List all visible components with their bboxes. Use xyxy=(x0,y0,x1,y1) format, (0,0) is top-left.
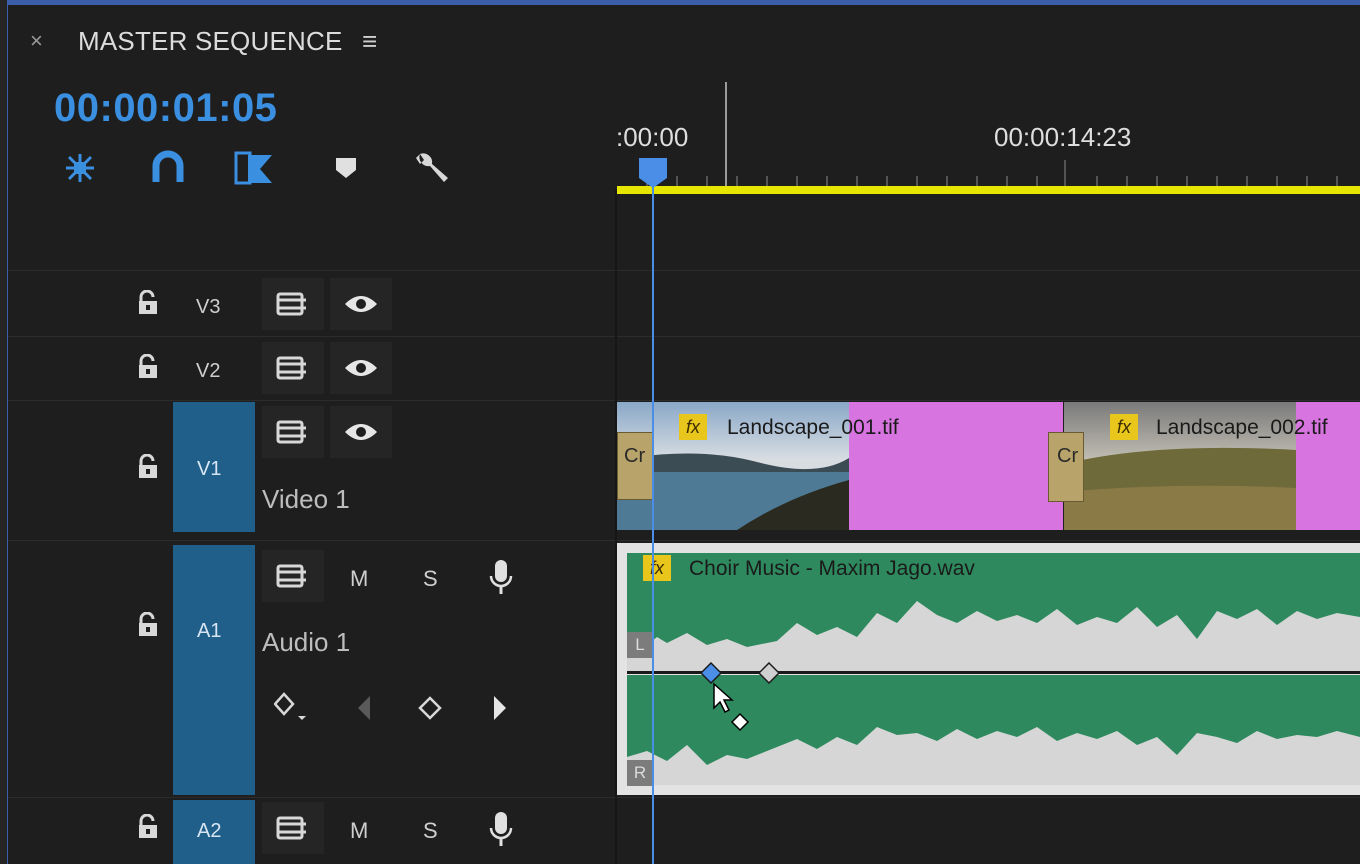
ruler-ticks[interactable] xyxy=(617,158,1360,188)
mute-button[interactable]: M xyxy=(350,566,368,592)
video-clip-landscape-001[interactable]: fx Landscape_001.tif Cr xyxy=(617,402,1063,530)
track-name-audio1: Audio 1 xyxy=(262,627,351,657)
previous-keyframe-icon[interactable] xyxy=(354,694,374,722)
track-label-v2[interactable]: V2 xyxy=(196,360,220,383)
mute-button[interactable]: M xyxy=(350,818,368,844)
panel-left-border xyxy=(0,0,8,864)
lock-track-icon[interactable] xyxy=(136,454,160,480)
pen-tool-cursor xyxy=(713,682,750,732)
track-label-v1[interactable]: V1 xyxy=(197,458,221,481)
panel-title[interactable]: MASTER SEQUENCE xyxy=(78,26,343,57)
track-label-v3[interactable]: V3 xyxy=(196,296,220,319)
volume-rubber-band[interactable] xyxy=(627,671,1360,674)
voice-over-record-icon[interactable] xyxy=(488,558,514,596)
fx-badge[interactable]: fx xyxy=(679,414,707,440)
ruler-start-time: :00:00 xyxy=(616,122,689,152)
lock-track-icon[interactable] xyxy=(136,354,160,380)
snap-magnet-icon[interactable] xyxy=(146,148,190,188)
track-label-a1[interactable]: A1 xyxy=(197,620,221,643)
lock-track-icon[interactable] xyxy=(136,814,160,840)
channel-label-left: L xyxy=(627,632,653,658)
close-panel-button[interactable]: × xyxy=(30,28,43,54)
wrench-settings-icon[interactable] xyxy=(410,148,454,188)
clip-name: Landscape_002.tif xyxy=(1156,416,1328,439)
playhead-line[interactable] xyxy=(652,180,654,864)
solo-button[interactable]: S xyxy=(423,818,438,844)
audio-clip-choir-music[interactable]: fx Choir Music - Maxim Jago.wav xyxy=(617,543,1360,795)
cross-dissolve-transition[interactable]: Cr xyxy=(1048,432,1084,502)
sync-lock-icon[interactable] xyxy=(262,802,324,854)
a1-target-highlight[interactable] xyxy=(173,545,255,795)
voice-over-record-icon[interactable] xyxy=(488,810,514,848)
ruler-mid-time: 00:00:14:23 xyxy=(994,122,1132,152)
channel-label-right: R xyxy=(627,760,653,786)
add-marker-icon[interactable] xyxy=(324,148,368,188)
playhead-handle[interactable] xyxy=(637,156,669,190)
fx-badge[interactable]: fx xyxy=(643,555,671,581)
sync-lock-icon[interactable] xyxy=(262,406,324,458)
sync-lock-icon[interactable] xyxy=(262,550,324,602)
nest-toggle-icon[interactable] xyxy=(58,148,102,188)
lock-track-icon[interactable] xyxy=(136,612,160,638)
panel-menu-icon[interactable]: ≡ xyxy=(362,26,377,57)
track-name-video1: Video 1 xyxy=(262,484,350,514)
video-clip-landscape-002[interactable]: fx Landscape_002.tif xyxy=(1064,402,1360,530)
playhead-timecode[interactable]: 00:00:01:05 xyxy=(54,86,277,131)
clip-name: Choir Music - Maxim Jago.wav xyxy=(689,557,975,580)
lock-track-icon[interactable] xyxy=(136,290,160,316)
fx-badge[interactable]: fx xyxy=(1110,414,1138,440)
volume-keyframe[interactable] xyxy=(700,662,722,684)
sync-lock-icon[interactable] xyxy=(262,278,324,330)
sync-lock-icon[interactable] xyxy=(262,342,324,394)
clip-name: Landscape_001.tif xyxy=(727,416,899,439)
cross-dissolve-transition[interactable]: Cr xyxy=(617,432,653,500)
volume-keyframe[interactable] xyxy=(758,662,780,684)
add-remove-keyframe-icon[interactable] xyxy=(418,694,442,722)
linked-selection-icon[interactable] xyxy=(232,148,276,188)
show-keyframes-icon[interactable] xyxy=(274,690,308,724)
panel-focus-border xyxy=(0,0,1360,5)
solo-button[interactable]: S xyxy=(423,566,438,592)
next-keyframe-icon[interactable] xyxy=(490,694,510,722)
toggle-output-eye-icon[interactable] xyxy=(330,406,392,458)
work-area-bar[interactable] xyxy=(617,186,1360,194)
toggle-output-eye-icon[interactable] xyxy=(330,342,392,394)
toggle-output-eye-icon[interactable] xyxy=(330,278,392,330)
track-label-a2[interactable]: A2 xyxy=(197,820,221,843)
